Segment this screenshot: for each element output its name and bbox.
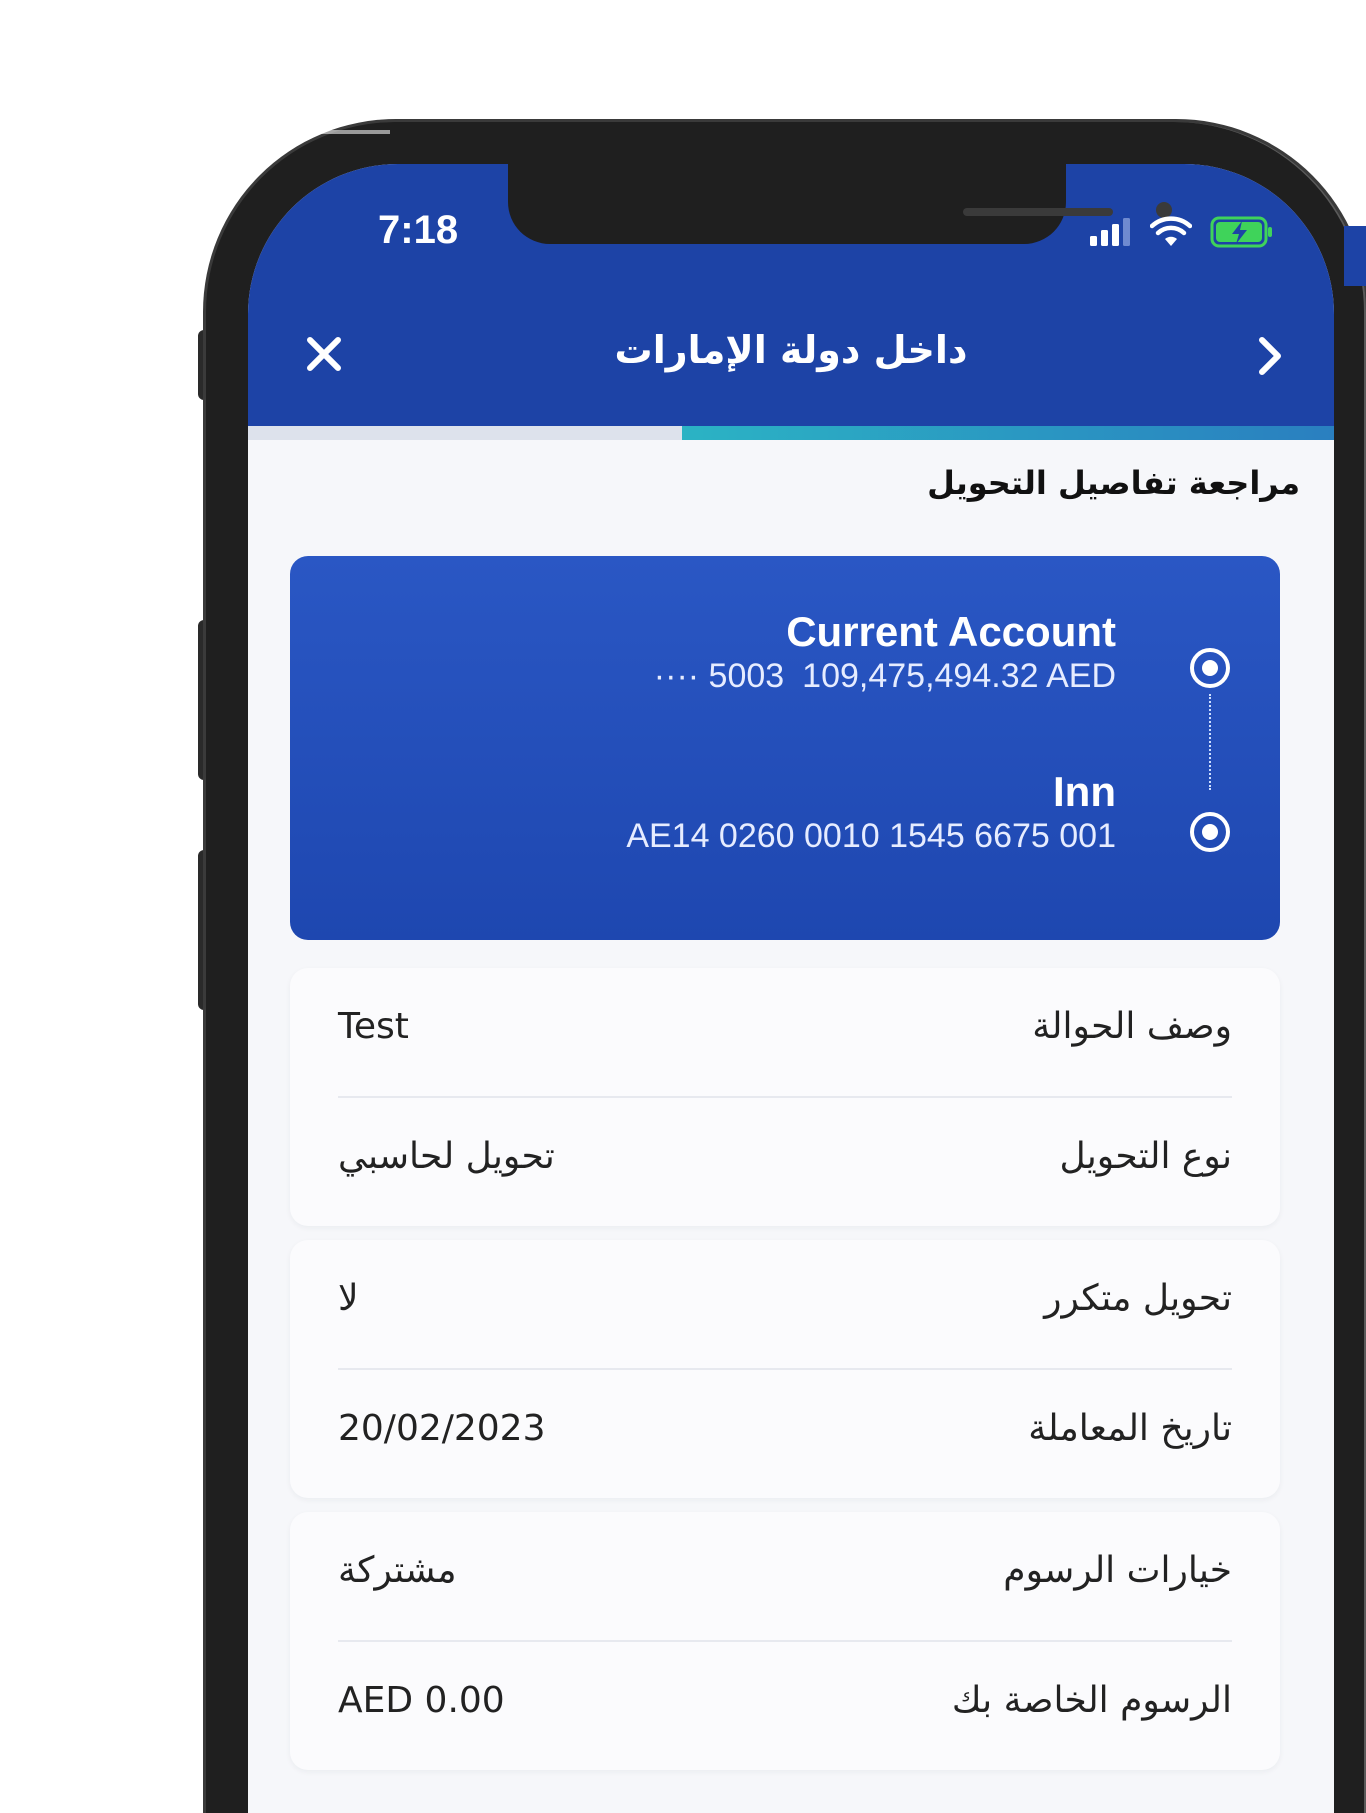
battery-charging-icon xyxy=(1210,216,1272,248)
detail-row-recurring: تحويل متكرر لا xyxy=(290,1240,1280,1368)
detail-value: AED 0.00 xyxy=(338,1680,505,1721)
nav-bar: داخل دولة الإمارات xyxy=(248,314,1334,394)
detail-row-description: وصف الحوالة Test xyxy=(290,968,1280,1096)
marketing-stage: 7:18 داخل دولة الإمارات مراجعة تفاصيل ال… xyxy=(0,0,1366,1813)
detail-label: الرسوم الخاصة بك xyxy=(951,1680,1232,1721)
detail-label: وصف الحوالة xyxy=(1032,1006,1232,1047)
account-summary-card: Current Account ···· 5003 109,475,494.32 … xyxy=(290,556,1280,940)
from-account-balance: 109,475,494.32 AED xyxy=(802,657,1116,695)
status-icons xyxy=(1088,212,1274,252)
detail-label: تاريخ المعاملة xyxy=(1028,1408,1232,1449)
section-title: مراجعة تفاصيل التحويل xyxy=(927,464,1300,502)
from-account-block: Current Account ···· 5003 109,475,494.32 … xyxy=(636,608,1116,696)
detail-value: لا xyxy=(338,1278,359,1319)
details-card-1: وصف الحوالة Test نوع التحويل تحويل لحاسب… xyxy=(290,968,1280,1226)
detail-value: مشتركة xyxy=(338,1550,457,1591)
detail-label: تحويل متكرر xyxy=(1044,1278,1232,1319)
status-time: 7:18 xyxy=(378,208,459,252)
detail-row-transfer-type: نوع التحويل تحويل لحاسبي xyxy=(338,1096,1232,1226)
from-account-name: Current Account xyxy=(786,608,1116,655)
background-blue-panel xyxy=(1344,226,1366,286)
detail-label: خيارات الرسوم xyxy=(1003,1550,1232,1591)
account-connector-line xyxy=(1209,694,1211,790)
page-title: داخل دولة الإمارات xyxy=(614,328,968,372)
step-progress-fill xyxy=(682,426,1334,440)
phone-notch xyxy=(508,164,1172,244)
detail-value: Test xyxy=(338,1006,409,1047)
detail-row-date: تاريخ المعاملة 20/02/2023 xyxy=(338,1368,1232,1498)
detail-value: تحويل لحاسبي xyxy=(338,1136,555,1177)
to-account-block: Inn AE14 0260 0010 1545 6675 001 xyxy=(626,768,1116,856)
app-header: 7:18 داخل دولة الإمارات xyxy=(248,164,1334,426)
wifi-icon xyxy=(1150,216,1192,246)
step-progress-bar xyxy=(248,426,1334,440)
from-account-details: ···· 5003 109,475,494.32 AED xyxy=(636,656,1116,696)
phone-screen: 7:18 داخل دولة الإمارات مراجعة تفاصيل ال… xyxy=(248,164,1334,1813)
detail-row-fee-options: خيارات الرسوم مشتركة xyxy=(290,1512,1280,1640)
to-account-radio-icon xyxy=(1190,812,1230,852)
detail-row-your-fees: الرسوم الخاصة بك AED 0.00 xyxy=(338,1640,1232,1770)
detail-value: 20/02/2023 xyxy=(338,1408,546,1449)
from-account-number: ···· 5003 xyxy=(653,657,785,695)
to-account-iban: AE14 0260 0010 1545 6675 001 xyxy=(626,817,1116,855)
to-account-name: Inn xyxy=(1053,768,1116,815)
details-card-3: خيارات الرسوم مشتركة الرسوم الخاصة بك AE… xyxy=(290,1512,1280,1770)
from-account-radio-icon xyxy=(1190,648,1230,688)
detail-label: نوع التحويل xyxy=(1059,1136,1233,1177)
signal-icon xyxy=(1090,218,1130,246)
details-card-2: تحويل متكرر لا تاريخ المعاملة 20/02/2023 xyxy=(290,1240,1280,1498)
chevron-right-icon[interactable] xyxy=(1246,332,1294,380)
